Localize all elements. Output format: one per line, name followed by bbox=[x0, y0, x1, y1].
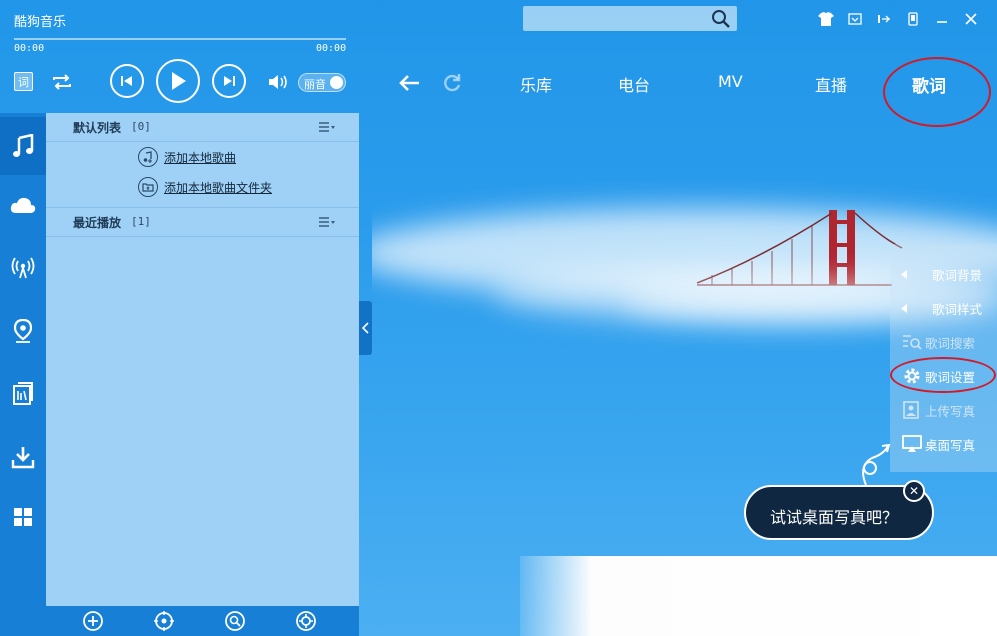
tab-mv[interactable]: MV bbox=[718, 72, 743, 91]
message-icon[interactable] bbox=[843, 10, 867, 28]
window-controls bbox=[809, 10, 983, 28]
previous-button[interactable] bbox=[110, 64, 144, 98]
add-local-folder-link[interactable]: 添加本地歌曲文件夹 bbox=[164, 179, 272, 196]
location-pin-icon bbox=[13, 319, 33, 343]
tab-radio[interactable]: 电台 bbox=[618, 72, 650, 96]
left-sidebar bbox=[0, 113, 46, 606]
add-folder-icon bbox=[138, 177, 158, 197]
tooltip-close-button[interactable]: ✕ bbox=[903, 480, 925, 502]
playlist-recent-header[interactable]: 最近播放 [1] bbox=[46, 207, 359, 237]
music-note-icon bbox=[13, 134, 34, 157]
triangle-left-icon bbox=[901, 269, 907, 279]
add-local-folder-row[interactable]: 添加本地歌曲文件夹 bbox=[138, 175, 272, 199]
lyric-search-icon bbox=[903, 335, 922, 350]
menu-item-label: 上传写真 bbox=[925, 403, 976, 419]
playlist-name: 最近播放 bbox=[73, 216, 122, 230]
sidebar-item-cloud[interactable] bbox=[0, 176, 46, 234]
triangle-left-icon bbox=[901, 303, 907, 313]
current-time: 00:00 bbox=[14, 43, 45, 54]
list-menu-icon[interactable] bbox=[319, 121, 335, 133]
sound-quality-label: 丽音 bbox=[304, 78, 326, 91]
kugou-window: 酷狗音乐 00:00 00:00 词 丽音 乐库 电台 MV 直播 歌词 默认列… bbox=[0, 0, 997, 636]
download-icon bbox=[11, 447, 35, 469]
play-icon bbox=[172, 72, 186, 90]
local-library-icon bbox=[13, 382, 33, 405]
tab-live[interactable]: 直播 bbox=[815, 72, 847, 96]
playlist-panel: 默认列表 [0] 添加本地歌曲 添加本地歌曲文件夹 最近播放 [1] bbox=[46, 113, 359, 606]
locate-song-icon[interactable] bbox=[152, 609, 176, 633]
add-local-song-link[interactable]: 添加本地歌曲 bbox=[164, 149, 236, 166]
menu-item-label: 歌词样式 bbox=[932, 301, 983, 317]
app-title: 酷狗音乐 bbox=[14, 15, 67, 30]
desktop-lyric-button[interactable]: 词 bbox=[14, 72, 33, 91]
chevron-left-icon bbox=[362, 322, 369, 334]
menu-item-lyric-background[interactable]: 歌词背景 bbox=[890, 257, 997, 291]
menu-item-label: 桌面写真 bbox=[925, 437, 976, 453]
highlight-circle-lyric-settings bbox=[890, 357, 996, 393]
minimize-icon[interactable] bbox=[930, 10, 954, 28]
add-song-icon bbox=[138, 147, 158, 167]
add-local-song-row[interactable]: 添加本地歌曲 bbox=[138, 145, 236, 169]
menu-item-label: 歌词搜索 bbox=[925, 335, 976, 351]
sound-quality-toggle[interactable]: 丽音 bbox=[298, 73, 346, 92]
bottom-overlay bbox=[520, 556, 997, 636]
upload-photo-icon bbox=[903, 401, 919, 419]
radio-tower-icon bbox=[11, 257, 35, 279]
sidebar-item-radio[interactable] bbox=[0, 239, 46, 297]
search-box[interactable] bbox=[523, 6, 737, 31]
playlist-count: [0] bbox=[131, 120, 151, 133]
menu-item-lyric-style[interactable]: 歌词样式 bbox=[890, 291, 997, 325]
volume-icon[interactable] bbox=[266, 72, 290, 92]
list-menu-icon[interactable] bbox=[319, 216, 335, 228]
total-time: 00:00 bbox=[316, 43, 347, 54]
playlist-default-header[interactable]: 默认列表 [0] bbox=[46, 113, 359, 142]
desktop-lyric-label: 词 bbox=[18, 75, 29, 89]
collapse-panel-handle[interactable] bbox=[359, 301, 372, 355]
playlist-count: [1] bbox=[131, 215, 151, 228]
highlight-circle-lyrics-tab bbox=[883, 57, 991, 127]
sidebar-bottom bbox=[0, 606, 46, 636]
repeat-icon[interactable] bbox=[50, 70, 74, 94]
sidebar-item-download[interactable] bbox=[0, 428, 46, 486]
search-input[interactable] bbox=[527, 9, 711, 29]
skin-icon[interactable] bbox=[814, 10, 838, 28]
playlist-name: 默认列表 bbox=[73, 121, 122, 135]
menu-item-lyric-search[interactable]: 歌词搜索 bbox=[890, 325, 997, 359]
toggle-knob bbox=[330, 76, 343, 89]
add-playlist-icon[interactable] bbox=[81, 609, 105, 633]
play-button[interactable] bbox=[156, 59, 200, 103]
grid-apps-icon bbox=[14, 508, 32, 526]
menu-item-label: 歌词背景 bbox=[932, 267, 983, 283]
playlist-toolbar bbox=[46, 606, 359, 636]
previous-icon bbox=[121, 76, 132, 86]
transfer-icon[interactable] bbox=[872, 10, 896, 28]
close-icon[interactable] bbox=[959, 10, 983, 28]
tooltip-text: 试试桌面写真吧？ bbox=[770, 508, 899, 527]
sidebar-item-music[interactable] bbox=[0, 117, 46, 175]
tooltip-pointer bbox=[862, 444, 891, 486]
settings-gear-icon[interactable] bbox=[294, 609, 318, 633]
title-bar: 酷狗音乐 bbox=[0, 0, 997, 40]
sidebar-item-local[interactable] bbox=[0, 365, 46, 423]
search-list-icon[interactable] bbox=[223, 609, 247, 633]
mobile-icon[interactable] bbox=[901, 10, 925, 28]
search-icon[interactable] bbox=[711, 9, 731, 29]
next-icon bbox=[224, 76, 235, 86]
cloud-icon bbox=[10, 197, 36, 213]
menu-item-upload-photo[interactable]: 上传写真 bbox=[890, 393, 997, 427]
desktop-photo-icon bbox=[902, 435, 922, 452]
next-button[interactable] bbox=[212, 64, 246, 98]
sidebar-item-apps[interactable] bbox=[0, 488, 46, 546]
tab-library[interactable]: 乐库 bbox=[520, 72, 552, 96]
progress-bar[interactable] bbox=[14, 38, 346, 40]
close-icon: ✕ bbox=[908, 484, 920, 498]
sidebar-item-location[interactable] bbox=[0, 302, 46, 360]
menu-item-desktop-photo[interactable]: 桌面写真 bbox=[890, 427, 997, 461]
